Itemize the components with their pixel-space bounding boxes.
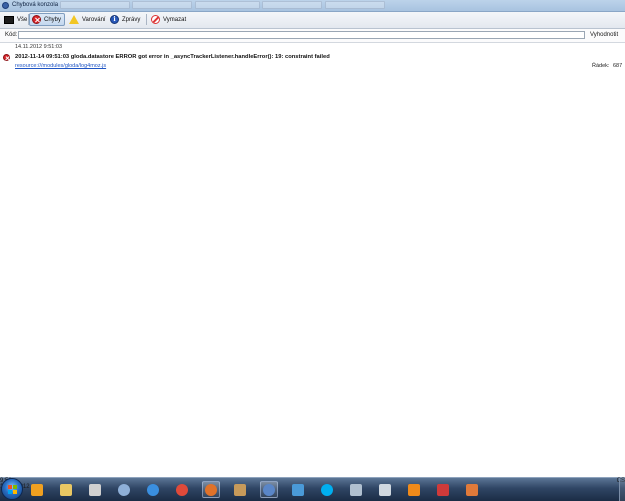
filter-all-button[interactable]: Vše <box>2 13 29 26</box>
console-app-icon <box>2 2 9 9</box>
vlc-icon <box>408 483 420 496</box>
tool-icon <box>437 483 449 496</box>
window-title-bar: Chybová konzola <box>0 0 625 12</box>
background-window-tab <box>262 1 322 9</box>
taskbar-app[interactable] <box>376 481 394 498</box>
console-message[interactable]: 14.11.2012 9:51:03 2012-11-14 09:51:03 g… <box>0 43 625 73</box>
line-number: 687 <box>613 63 623 69</box>
background-window-tab <box>325 1 385 9</box>
filter-errors-button[interactable]: Chyby <box>29 13 65 26</box>
message-text: 2012-11-14 09:51:03 gloda.datastore ERRO… <box>15 54 330 60</box>
thunderbird-icon <box>263 483 275 496</box>
clear-icon <box>151 15 160 24</box>
filter-warnings-button[interactable]: Varování <box>67 13 108 26</box>
info-icon: i <box>110 15 119 24</box>
skype-icon <box>321 483 333 496</box>
evaluate-button[interactable]: Vyhodnotit <box>590 32 618 38</box>
taskbar-app[interactable] <box>144 481 162 498</box>
taskbar-app[interactable] <box>318 481 336 498</box>
network-icon <box>292 483 304 496</box>
taskbar-app[interactable] <box>434 481 452 498</box>
console-toolbar: Vše Chyby Varování i Zprávy Vymazat <box>0 12 625 29</box>
media-player-icon <box>31 483 43 496</box>
taskbar: CS 9:51 14.11.2012 <box>0 477 625 501</box>
folder-icon <box>60 483 72 496</box>
pdf-icon <box>379 483 391 496</box>
taskbar-app[interactable] <box>173 481 191 498</box>
windows-logo-icon <box>8 485 17 494</box>
background-window-tab <box>195 1 260 9</box>
internet-explorer-icon <box>147 483 159 496</box>
chrome-icon <box>176 483 188 496</box>
message-timestamp: 14.11.2012 9:51:03 <box>15 44 62 50</box>
start-button[interactable] <box>1 478 23 500</box>
error-icon <box>3 54 10 61</box>
message-source-link[interactable]: resource:///modules/gloda/log4moz.js <box>15 63 106 69</box>
pen-icon <box>466 483 478 496</box>
taskbar-app[interactable] <box>86 481 104 498</box>
code-label: Kód: <box>5 32 18 38</box>
taskbar-app[interactable] <box>115 481 133 498</box>
filter-messages-label: Zprávy <box>122 16 141 23</box>
firefox-icon <box>205 483 217 496</box>
clear-button[interactable]: Vymazat <box>149 13 188 26</box>
torrent-icon <box>118 483 130 496</box>
taskbar-app[interactable] <box>347 481 365 498</box>
filter-warnings-label: Varování <box>82 16 106 23</box>
line-label: Řádek: <box>592 63 610 69</box>
clear-label: Vymazat <box>163 16 187 23</box>
code-bar: Kód: Vyhodnotit <box>0 29 625 43</box>
taskbar-app[interactable] <box>28 481 46 498</box>
warning-icon <box>69 15 79 24</box>
toolbar-separator <box>146 14 147 25</box>
background-window-tab <box>132 1 192 9</box>
taskbar-app[interactable] <box>260 481 278 498</box>
error-icon <box>32 15 41 24</box>
code-input[interactable] <box>18 31 585 39</box>
app-icon <box>89 483 101 496</box>
taskbar-app[interactable] <box>202 481 220 498</box>
window-title: Chybová konzola <box>12 2 59 8</box>
app-window-icon <box>350 483 362 496</box>
background-window-tab <box>60 1 130 9</box>
show-desktop-button[interactable] <box>619 478 625 501</box>
taskbar-app[interactable] <box>57 481 75 498</box>
taskbar-app[interactable] <box>405 481 423 498</box>
taskbar-app[interactable] <box>463 481 481 498</box>
all-messages-icon <box>4 15 14 24</box>
filter-errors-label: Chyby <box>44 16 62 23</box>
filter-messages-button[interactable]: i Zprávy <box>108 13 142 26</box>
taskbar-app[interactable] <box>231 481 249 498</box>
filter-all-label: Vše <box>17 16 28 23</box>
image-viewer-icon <box>234 483 246 496</box>
taskbar-app[interactable] <box>289 481 307 498</box>
